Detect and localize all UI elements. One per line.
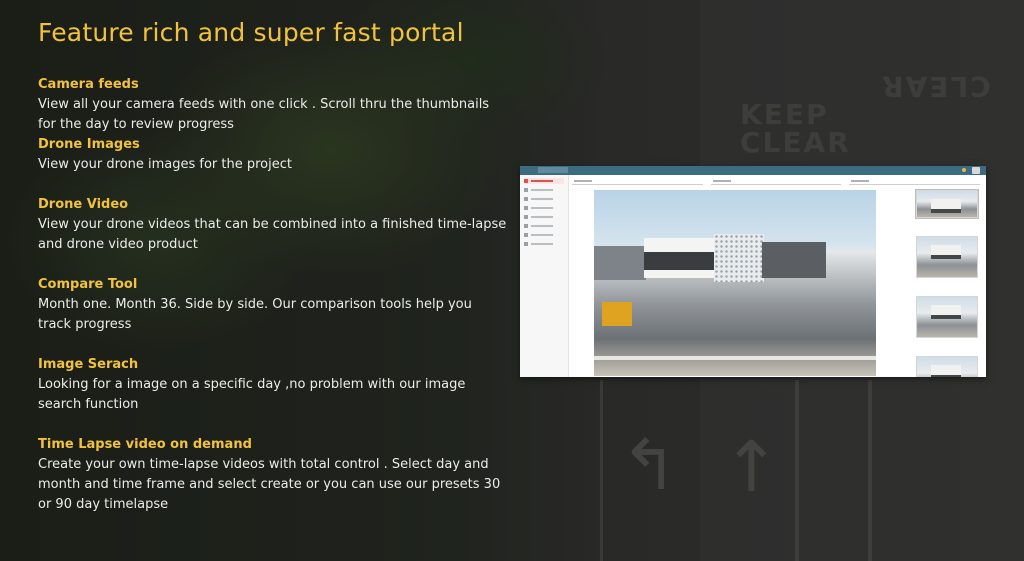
thumbnail (916, 356, 978, 377)
portal-screenshot (520, 166, 986, 377)
feature-heading: Drone Video (38, 197, 129, 212)
feature-compare-tool: Compare Tool Month one. Month 36. Side b… (38, 275, 508, 335)
app-sidebar (520, 175, 569, 377)
feature-drone-video: Drone Video View your drone videos that … (38, 195, 508, 255)
construction-site-photo (594, 190, 876, 376)
page-title: Feature rich and super fast portal (38, 18, 464, 47)
feature-drone-images: Drone Images View your drone images for … (38, 135, 508, 175)
feature-description: View all your camera feeds with one clic… (38, 97, 490, 132)
app-sidebar-item (524, 178, 564, 184)
thumbnail (916, 296, 978, 338)
app-sidebar-item (524, 214, 564, 220)
app-sidebar-item (524, 205, 564, 211)
feature-heading: Time Lapse video on demand (38, 437, 252, 452)
feature-description: Looking for a image on a specific day ,n… (38, 377, 466, 412)
feature-heading: Image Serach (38, 357, 139, 372)
feature-description: Create your own time-lapse videos with t… (38, 457, 501, 512)
app-sidebar-item (524, 187, 564, 193)
bell-icon (962, 168, 966, 172)
app-sidebar-item (524, 223, 564, 229)
feature-description: Month one. Month 36. Side by side. Our c… (38, 297, 472, 332)
feature-heading: Camera feeds (38, 77, 139, 92)
feature-description: View your drone videos that can be combi… (38, 217, 507, 252)
feature-heading: Compare Tool (38, 277, 138, 292)
thumbnail-strip (902, 189, 982, 377)
app-sidebar-item (524, 196, 564, 202)
user-avatar-icon (972, 167, 980, 174)
thumbnail (916, 236, 978, 278)
app-topbar (520, 166, 986, 175)
feature-list: Feature rich and super fast portal Camer… (38, 18, 508, 515)
app-filter-bar (572, 179, 981, 185)
feature-image-search: Image Serach Looking for a image on a sp… (38, 355, 508, 415)
feature-time-lapse: Time Lapse video on demand Create your o… (38, 435, 508, 515)
app-sidebar-item (524, 241, 564, 247)
feature-description: View your drone images for the project (38, 157, 292, 172)
app-logo (538, 167, 568, 173)
thumbnail (915, 189, 979, 219)
feature-heading: Drone Images (38, 137, 140, 152)
feature-camera-feeds: Camera feeds View all your camera feeds … (38, 75, 508, 135)
app-sidebar-item (524, 232, 564, 238)
